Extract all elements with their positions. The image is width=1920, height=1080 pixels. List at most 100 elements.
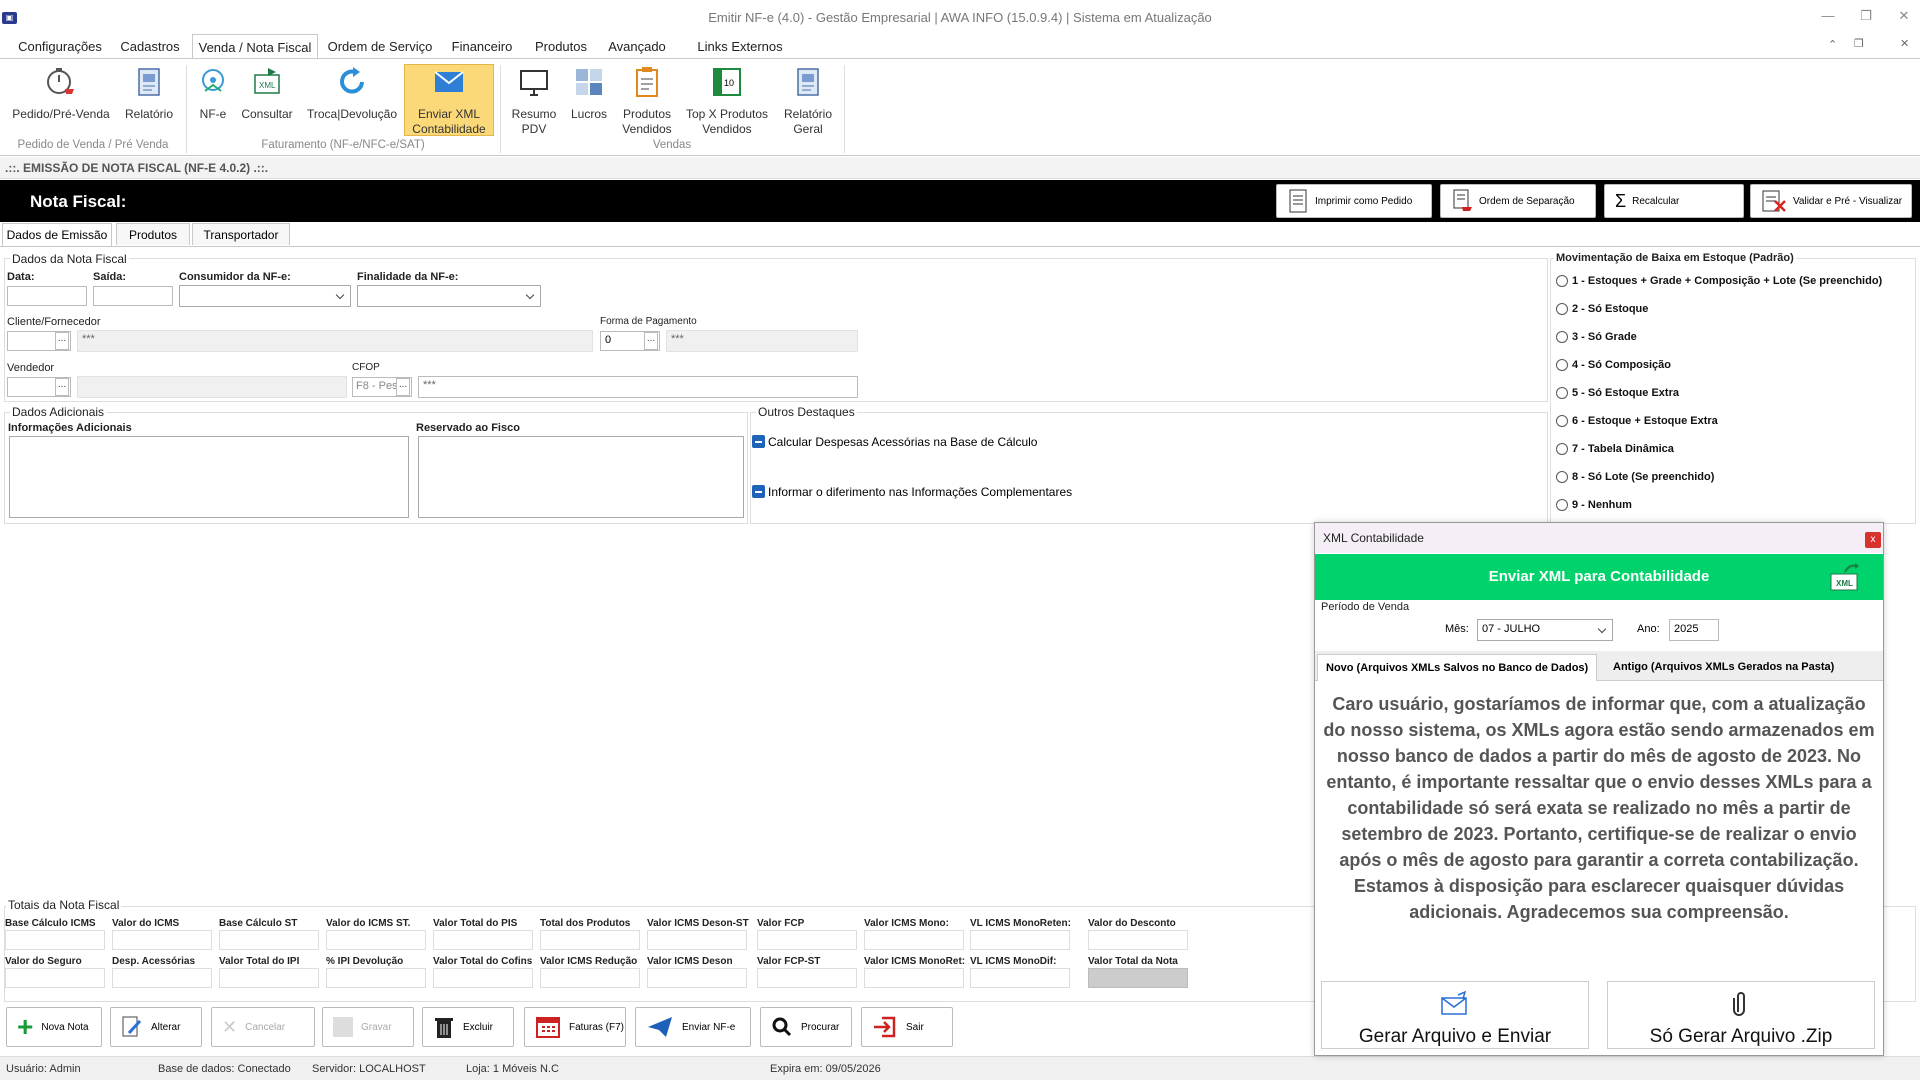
estoque-option-1[interactable]: 1 - Estoques + Grade + Composição + Lote… [1556, 275, 1882, 287]
total-field[interactable] [112, 968, 212, 988]
top-x-produtos-button[interactable]: 10 Top X Produtos Vendidos [682, 65, 772, 137]
estoque-option-6[interactable]: 6 - Estoque + Estoque Extra [1556, 415, 1718, 427]
estoque-option-4[interactable]: 4 - Só Composição [1556, 359, 1671, 371]
status-servidor: Servidor: LOCALHOST [312, 1063, 426, 1075]
menu-financeiro[interactable]: Financeiro [444, 34, 520, 58]
tab-novo[interactable]: Novo (Arquivos XMLs Salvos no Banco de D… [1317, 654, 1598, 681]
tab-antigo[interactable]: Antigo (Arquivos XMLs Gerados na Pasta) [1605, 654, 1842, 681]
procurar-button[interactable]: Procurar [760, 1007, 852, 1047]
menu-produtos[interactable]: Produtos [528, 34, 594, 58]
mes-select[interactable]: 07 - JULHO [1477, 619, 1613, 641]
excluir-button[interactable]: Excluir [422, 1007, 514, 1047]
total-field[interactable] [757, 930, 857, 950]
data-field[interactable] [7, 286, 87, 306]
ano-field[interactable]: 2025 [1669, 619, 1719, 641]
calcular-despesas-checkbox[interactable] [752, 435, 765, 448]
imprimir-pedido-button[interactable]: Imprimir como Pedido [1276, 184, 1432, 218]
nova-nota-button[interactable]: + Nova Nota [6, 1007, 102, 1047]
estoque-option-9[interactable]: 9 - Nenhum [1556, 499, 1632, 511]
total-field[interactable] [219, 930, 319, 950]
menu-ordem-servico[interactable]: Ordem de Serviço [322, 34, 438, 58]
total-field[interactable] [5, 968, 105, 988]
calendar-icon [536, 1017, 560, 1038]
resumo-pdv-button[interactable]: Resumo PDV [508, 65, 560, 137]
alterar-button[interactable]: Alterar [110, 1007, 202, 1047]
total-field[interactable] [647, 930, 747, 950]
sair-button[interactable]: Sair [861, 1007, 953, 1047]
estoque-option-8[interactable]: 8 - Só Lote (Se preenchido) [1556, 471, 1714, 483]
xml-contabilidade-dialog: XML Contabilidade x Enviar XML para Cont… [1314, 522, 1884, 1056]
maximize-icon[interactable]: ❐ [1856, 8, 1876, 24]
gerar-zip-button[interactable]: Só Gerar Arquivo .Zip [1607, 981, 1875, 1049]
tab-dados-emissao[interactable]: Dados de Emissão [2, 223, 112, 247]
menu-venda-nota-fiscal[interactable]: Venda / Nota Fiscal [192, 34, 318, 59]
total-field[interactable] [864, 930, 964, 950]
informar-diferimento-checkbox[interactable] [752, 485, 765, 498]
total-field[interactable] [326, 930, 426, 950]
cliente-lookup-button[interactable]: ... [55, 332, 69, 350]
total-field[interactable] [1088, 968, 1188, 988]
menu-avancado[interactable]: Avançado [602, 34, 672, 58]
total-label: Base Cálculo ST [219, 918, 298, 929]
total-field[interactable] [757, 968, 857, 988]
consultar-button[interactable]: XML Consultar [238, 65, 296, 122]
reservado-fisco-label: Reservado ao Fisco [416, 422, 520, 434]
cfop-lookup-button[interactable]: ... [396, 378, 410, 396]
total-field[interactable] [5, 930, 105, 950]
saida-field[interactable] [93, 286, 173, 306]
menu-configuracoes[interactable]: Configurações [10, 34, 110, 58]
relatorio-geral-button[interactable]: Relatório Geral [778, 65, 838, 137]
troca-devolucao-button[interactable]: Troca|Devolução [306, 65, 398, 122]
total-field[interactable] [1088, 930, 1188, 950]
reservado-fisco-textarea[interactable] [418, 436, 744, 518]
total-field[interactable] [970, 968, 1070, 988]
total-field[interactable] [112, 930, 212, 950]
finalidade-select[interactable] [357, 285, 541, 307]
close-icon[interactable]: ✕ [1894, 8, 1914, 24]
faturas-button[interactable]: Faturas (F7) [524, 1007, 626, 1047]
total-field[interactable] [647, 968, 747, 988]
total-field[interactable] [540, 968, 640, 988]
total-field[interactable] [326, 968, 426, 988]
minimize-icon[interactable]: — [1818, 8, 1838, 23]
estoque-option-3[interactable]: 3 - Só Grade [1556, 331, 1637, 343]
consumidor-select[interactable] [179, 285, 351, 307]
tab-divider [0, 246, 1920, 247]
menu-cadastros[interactable]: Cadastros [114, 34, 186, 58]
produtos-vendidos-button[interactable]: Produtos Vendidos [618, 65, 676, 137]
total-field[interactable] [219, 968, 319, 988]
restore-icon[interactable]: ❐ [1854, 37, 1864, 50]
recalcular-button[interactable]: Σ Recalcular [1604, 184, 1744, 218]
lucros-button[interactable]: Lucros [564, 65, 614, 122]
total-field[interactable] [864, 968, 964, 988]
tab-transportador[interactable]: Transportador [192, 223, 290, 245]
nfe-button[interactable]: NF-e [192, 65, 234, 122]
close-dialog-button[interactable]: x [1865, 532, 1881, 548]
total-field[interactable] [433, 968, 533, 988]
radio-circle [1556, 387, 1568, 399]
vendedor-lookup-button[interactable]: ... [55, 378, 69, 396]
pedido-pre-venda-button[interactable]: Pedido/Pré-Venda [10, 65, 112, 122]
ordem-separacao-button[interactable]: Ordem de Separação [1440, 184, 1596, 218]
informacoes-adicionais-textarea[interactable] [9, 436, 409, 518]
menu-bar: Configurações Cadastros Venda / Nota Fis… [0, 34, 1920, 59]
estoque-option-7[interactable]: 7 - Tabela Dinâmica [1556, 443, 1674, 455]
forma-pagamento-lookup-button[interactable]: ... [644, 332, 658, 350]
estoque-option-2[interactable]: 2 - Só Estoque [1556, 303, 1648, 315]
close-form-icon[interactable]: ✕ [1900, 37, 1909, 50]
tab-produtos[interactable]: Produtos [116, 223, 190, 245]
enviar-xml-contabilidade-button[interactable]: Enviar XML Contabilidade [404, 64, 494, 136]
enviar-nfe-button[interactable]: Enviar NF-e [635, 1007, 751, 1047]
cancelar-button[interactable]: ✕ Cancelar [211, 1007, 315, 1047]
estoque-option-5[interactable]: 5 - Só Estoque Extra [1556, 387, 1679, 399]
gerar-enviar-button[interactable]: Gerar Arquivo e Enviar [1321, 981, 1589, 1049]
collapse-ribbon-icon[interactable]: ⌃ [1828, 38, 1837, 51]
total-field[interactable] [970, 930, 1070, 950]
total-field[interactable] [540, 930, 640, 950]
relatorio-pedido-button[interactable]: Relatório [118, 65, 180, 122]
menu-links-externos[interactable]: Links Externos [684, 34, 796, 58]
validar-pre-visualizar-button[interactable]: Validar e Pré - Visualizar [1750, 184, 1912, 218]
total-field[interactable] [433, 930, 533, 950]
title-bar: ▣ Emitir NF-e (4.0) - Gestão Empresarial… [0, 0, 1920, 32]
gravar-button[interactable]: Gravar [322, 1007, 414, 1047]
